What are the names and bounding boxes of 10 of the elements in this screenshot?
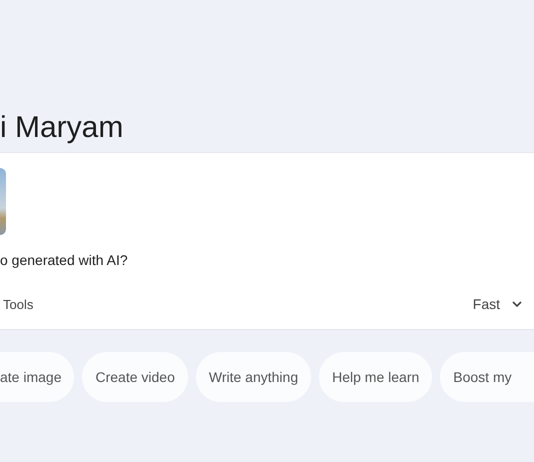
photo-placeholder	[0, 168, 6, 235]
suggestion-chip[interactable]: Write anything	[196, 352, 312, 402]
suggestion-chip[interactable]: ate image	[0, 352, 74, 402]
suggestion-chip[interactable]: Help me learn	[319, 352, 432, 402]
suggestion-chip[interactable]: Create video	[82, 352, 188, 402]
tools-label[interactable]: Tools	[3, 296, 34, 312]
prompt-text: o generated with AI?	[0, 251, 129, 269]
greeting-heading: i Maryam	[0, 111, 124, 144]
suggestion-chip[interactable]: Boost my	[440, 352, 534, 402]
model-picker[interactable]: Fast	[472, 296, 524, 312]
